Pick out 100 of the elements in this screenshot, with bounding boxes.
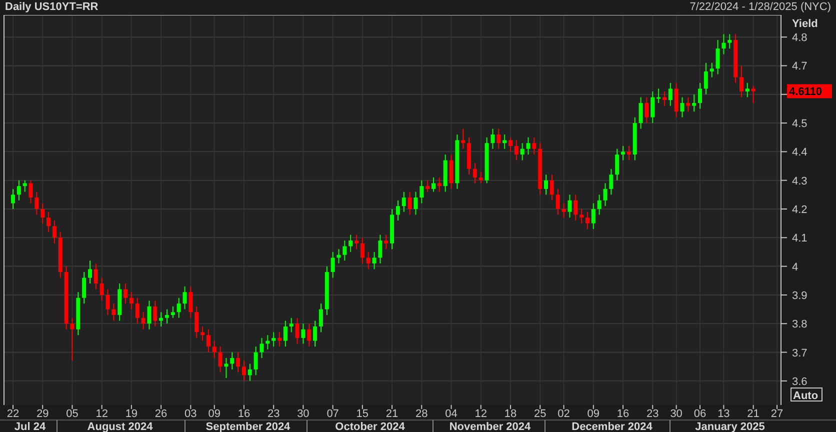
candlestick [728, 34, 732, 50]
candlestick [396, 200, 400, 221]
month-label: January 2025 [695, 421, 765, 432]
axis-tick-label: 4.5 [792, 118, 808, 130]
axis-tick-label: 29 [36, 408, 49, 420]
candlestick [360, 237, 364, 264]
candlestick [378, 234, 382, 264]
date-range: 7/22/2024 - 1/28/2025 (NYC) [690, 0, 831, 16]
auto-button[interactable]: Auto [790, 388, 822, 402]
candlestick [449, 154, 454, 190]
month-label: Jul 24 [14, 421, 46, 432]
candlestick [28, 180, 33, 204]
axis-tick-label: 4.1 [792, 232, 808, 245]
candlestick [568, 194, 572, 218]
candlestick [106, 288, 110, 316]
month-label: October 2024 [335, 421, 405, 432]
candlestick [668, 82, 672, 106]
candlestick [526, 136, 530, 156]
candlestick [248, 363, 252, 382]
candlestick [46, 211, 51, 232]
candlestick [22, 180, 27, 192]
axis-tick-label: 4 [792, 261, 798, 274]
candlestick [686, 96, 690, 112]
candlestick [745, 82, 750, 98]
candlestick [70, 317, 74, 362]
axis-tick-label: 09 [208, 408, 220, 420]
candlestick [295, 317, 300, 344]
candlestick [710, 62, 714, 78]
axis-tick-label: 07 [326, 408, 339, 420]
axis-tick-label: 4.7 [792, 60, 808, 73]
candlestick [318, 303, 323, 333]
axis-tick-label: 06 [694, 408, 706, 420]
candlestick [82, 272, 86, 304]
candlestick [11, 188, 15, 210]
axis-tick-label: 30 [297, 408, 310, 420]
candlestick [609, 168, 614, 196]
candlestick [650, 91, 655, 124]
candlestick [591, 202, 596, 230]
axis-tick-label: 3.8 [792, 318, 808, 331]
candlestick [272, 332, 276, 348]
candlestick [662, 91, 666, 106]
candlestick [431, 176, 436, 192]
candlestick [644, 96, 649, 124]
candlestick [698, 82, 702, 110]
axis-tick-label: 26 [154, 408, 168, 420]
candlestick [348, 234, 353, 252]
axis-tick-label: 05 [66, 408, 78, 420]
candlestick [402, 191, 406, 212]
axis-tick-label: 18 [504, 408, 517, 420]
candlestick [206, 328, 210, 353]
candlestick [751, 85, 756, 104]
candlestick [585, 211, 590, 230]
candlestick [674, 82, 678, 118]
axis-tick-label: 21 [386, 408, 398, 420]
candlestick [680, 96, 684, 118]
price-tag: 4.6110 [787, 84, 832, 98]
candlestick [170, 306, 175, 318]
candlestick [283, 320, 288, 348]
candlestick [580, 208, 584, 224]
candlestick [307, 323, 312, 348]
candlestick [354, 234, 359, 250]
candlestick [100, 277, 104, 302]
candlestick [200, 326, 205, 342]
candlestick [301, 323, 306, 344]
candlestick [739, 65, 744, 98]
axis-tick-label: 04 [445, 408, 458, 420]
candlestick [147, 300, 152, 330]
candlestick [52, 220, 56, 244]
candlestick [603, 182, 608, 207]
month-label: September 2024 [206, 421, 290, 432]
axis-title: Yield [792, 18, 818, 30]
candlestick [278, 332, 282, 348]
candlestick [188, 286, 193, 318]
candlestick [426, 180, 430, 192]
axis-tick-label: 19 [125, 408, 138, 420]
candlestick [16, 180, 21, 201]
axis-tick-label: 4.3 [792, 175, 808, 188]
candlestick [254, 346, 258, 376]
candlestick [384, 234, 388, 250]
candlestick [472, 162, 477, 184]
candlestick [366, 251, 370, 270]
candlestick [372, 251, 376, 270]
axis-tick-label: 15 [356, 408, 369, 420]
candlestick [490, 128, 495, 150]
candlestick [135, 297, 140, 324]
candlestick [722, 34, 726, 55]
axis-tick-label: 4.2 [792, 204, 808, 216]
candlestick [164, 308, 169, 324]
candlestick [40, 202, 45, 224]
axis-tick-label: 12 [474, 408, 487, 420]
candlestick [153, 300, 158, 327]
candlestick [194, 306, 199, 338]
candlestick [408, 191, 412, 216]
axis-tick-label: 13 [718, 408, 730, 420]
month-label: November 2024 [449, 421, 531, 432]
candlestick [704, 62, 708, 95]
candlestick [330, 251, 335, 278]
candlestick [716, 39, 720, 75]
axis-tick-label: 28 [416, 408, 428, 420]
candlestick [88, 260, 92, 284]
